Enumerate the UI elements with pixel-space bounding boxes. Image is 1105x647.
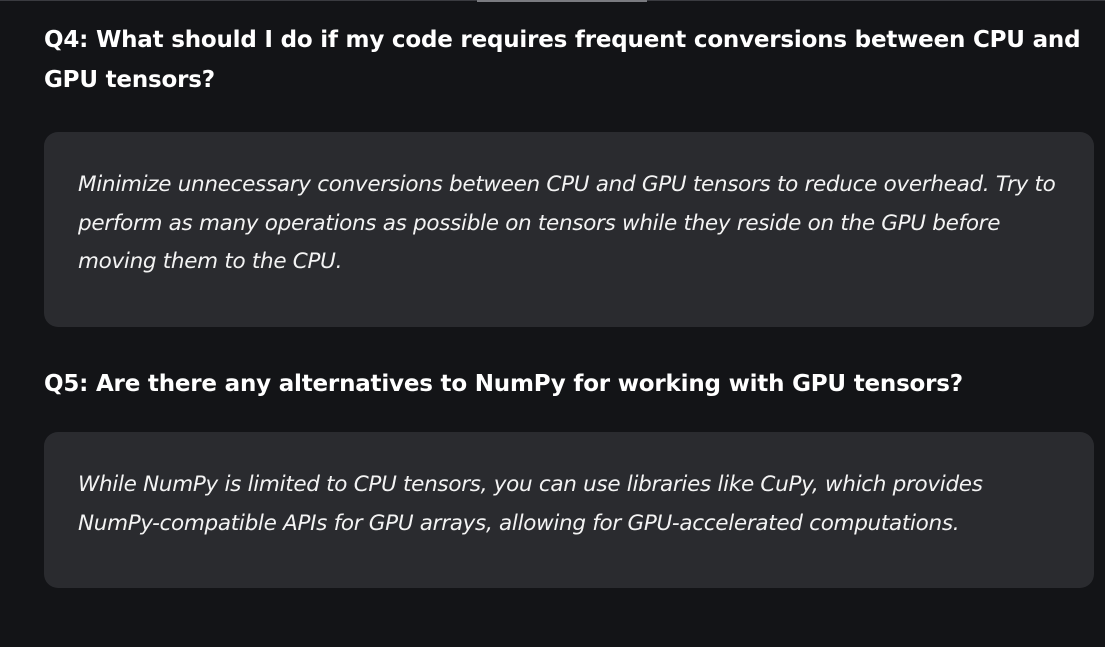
faq-answer-box: Minimize unnecessary conversions between…: [44, 132, 1094, 327]
scroll-indicator: [477, 0, 647, 2]
faq-question: Q4: What should I do if my code requires…: [44, 27, 1081, 93]
faq-answer: While NumPy is limited to CPU tensors, y…: [78, 472, 983, 536]
faq-item-q4: Q4: What should I do if my code requires…: [44, 20, 1094, 327]
faq-answer: Minimize unnecessary conversions between…: [78, 172, 1056, 274]
faq-question: Q5: Are there any alternatives to NumPy …: [44, 371, 963, 397]
faq-answer-box: While NumPy is limited to CPU tensors, y…: [44, 432, 1094, 588]
faq-item-q5: Q5: Are there any alternatives to NumPy …: [44, 364, 1094, 588]
